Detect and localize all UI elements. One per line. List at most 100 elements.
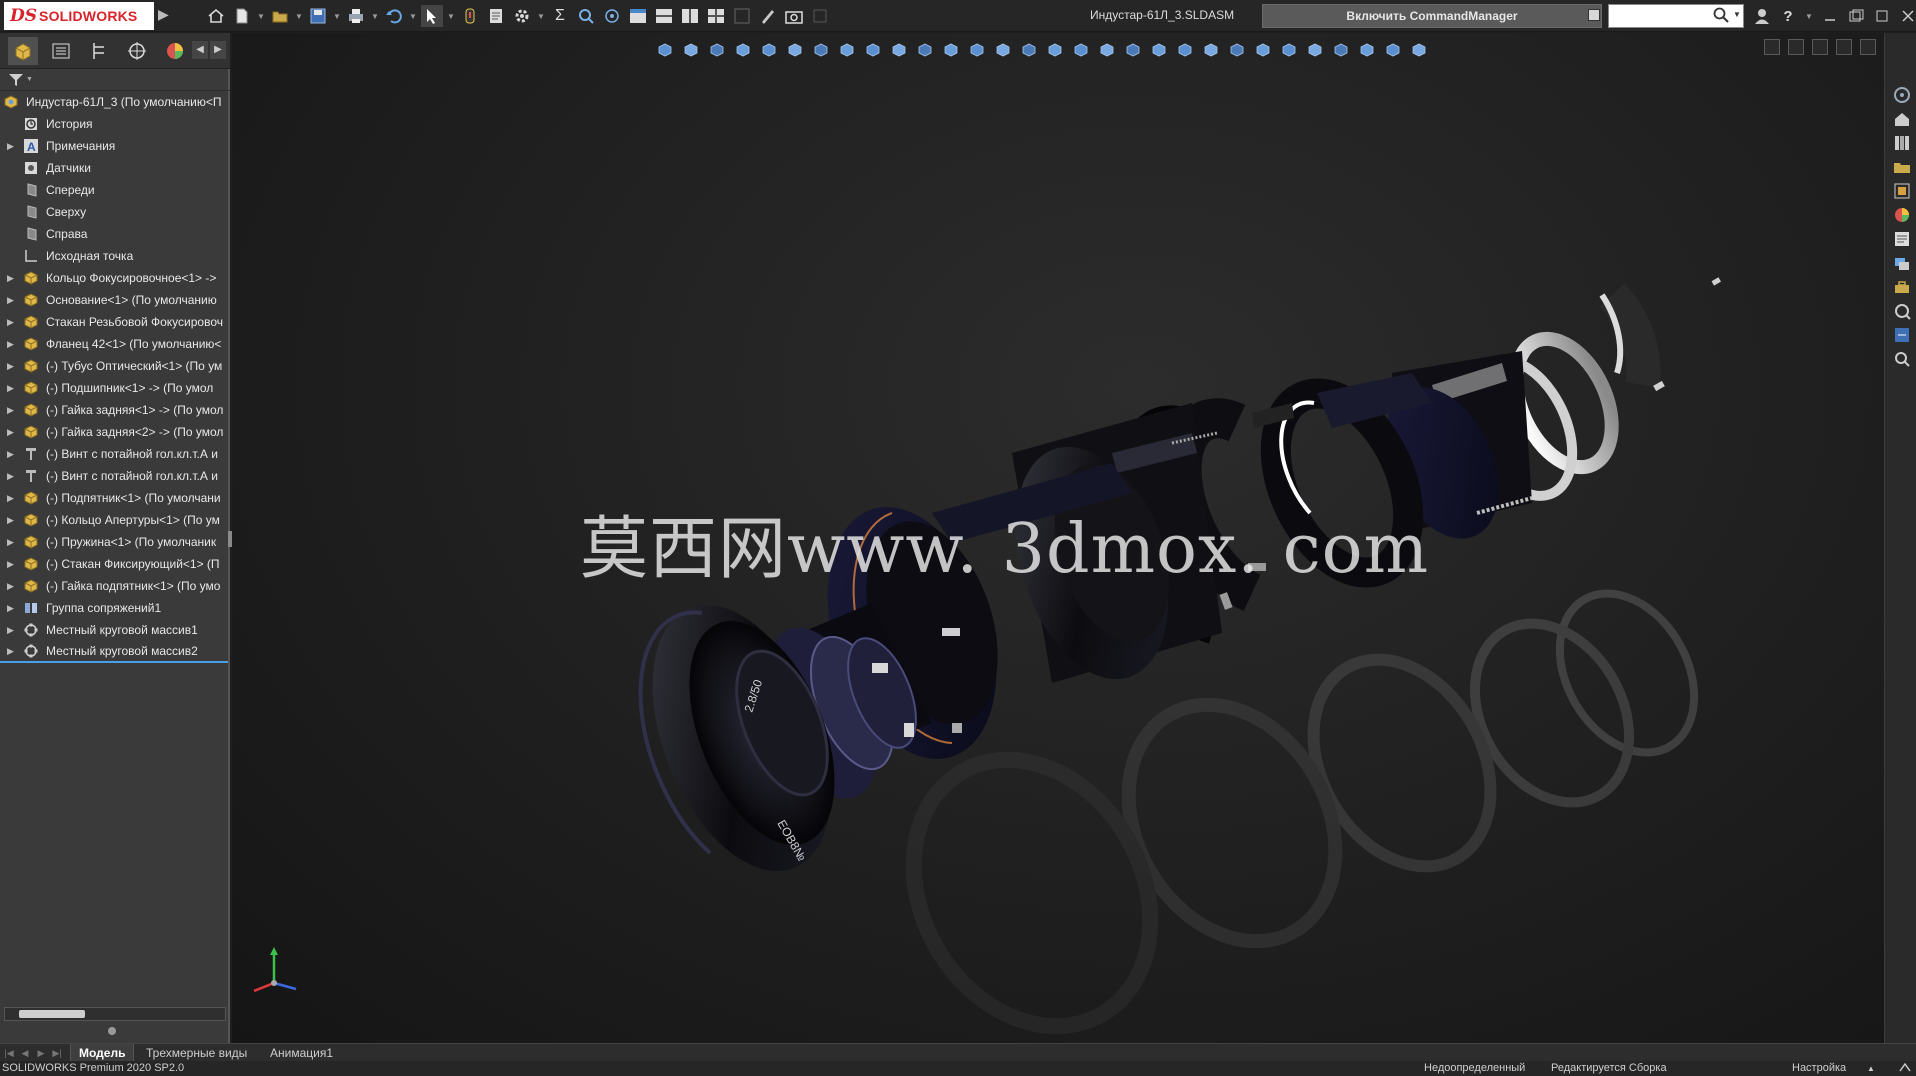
view-minimize-icon[interactable] [1812, 39, 1828, 55]
tab-3d-views[interactable]: Трехмерные виды [138, 1044, 255, 1062]
chevron-down-icon[interactable]: ▼ [409, 5, 417, 27]
feature-manager-tab[interactable] [8, 36, 38, 65]
home-icon[interactable] [205, 5, 227, 27]
hide-show-icon[interactable] [836, 39, 858, 61]
sum-icon[interactable]: Σ [549, 5, 571, 27]
prev-tab-icon[interactable]: ◀ [18, 1046, 32, 1060]
orbit-icon[interactable] [601, 5, 623, 27]
chevron-down-icon[interactable]: ▼ [447, 5, 455, 27]
restore-icon[interactable] [1846, 6, 1866, 26]
user-icon[interactable] [1752, 6, 1772, 26]
top-view-icon[interactable] [1044, 39, 1066, 61]
view-restore-icon[interactable] [1836, 39, 1852, 55]
expand-arrow-icon[interactable]: ▶ [7, 141, 17, 152]
tree-item[interactable]: ▶ (-) Винт с потайной гол.кл.т.А и [0, 443, 228, 465]
tree-item[interactable]: ▶ (-) Подпятник<1> (По умолчани [0, 487, 228, 509]
toolbox-icon[interactable] [1892, 277, 1912, 297]
perspective-icon[interactable] [1200, 39, 1222, 61]
menu-expand-icon[interactable]: ▶ [158, 6, 172, 26]
tree-item[interactable]: Справа [0, 223, 228, 245]
edit-appearance-icon[interactable] [862, 39, 884, 61]
chevron-down-icon[interactable]: ▼ [537, 5, 545, 27]
shaded-icon[interactable] [1122, 39, 1144, 61]
expand-arrow-icon[interactable]: ▶ [7, 515, 17, 526]
view-settings-icon[interactable] [914, 39, 936, 61]
expand-arrow-icon[interactable]: ▶ [7, 493, 17, 504]
tree-item[interactable]: Исходная точка [0, 245, 228, 267]
collaboration-icon[interactable] [1892, 253, 1912, 273]
tree-item[interactable]: ▶ (-) Гайка подпятник<1> (По умо [0, 575, 228, 597]
tree-item[interactable]: ▶ (-) Стакан Фиксирующий<1> (П [0, 553, 228, 575]
scroll-left-icon[interactable]: ◀ [192, 41, 208, 59]
tree-item[interactable]: ▶ (-) Подшипник<1> -> (По умол [0, 377, 228, 399]
chevron-down-icon[interactable]: ▼ [26, 76, 33, 83]
scroll-right-icon[interactable]: ▶ [210, 41, 226, 59]
last-tab-icon[interactable]: ▶| [50, 1046, 64, 1060]
expand-arrow-icon[interactable]: ▶ [7, 295, 17, 306]
layout-3-icon[interactable] [679, 5, 701, 27]
tree-item[interactable]: ▶ Группа сопряжений1 [0, 597, 228, 619]
appearances-icon[interactable] [1892, 205, 1912, 225]
expand-arrow-icon[interactable]: ▶ [7, 471, 17, 482]
measure-icon[interactable] [575, 5, 597, 27]
tree-item[interactable]: ▶ (-) Тубус Оптический<1> (По ум [0, 355, 228, 377]
view-split-2-icon[interactable] [1788, 39, 1804, 55]
window-tile-icon[interactable] [1872, 6, 1892, 26]
home-icon[interactable] [1892, 109, 1912, 129]
tree-item[interactable]: ▶ (-) Пружина<1> (По умолчаник [0, 531, 228, 553]
chevron-down-icon[interactable]: ▼ [1804, 6, 1814, 26]
tree-item[interactable]: История [0, 113, 228, 135]
property-manager-tab[interactable] [46, 37, 76, 65]
search-results-icon[interactable] [1892, 349, 1912, 369]
select-icon[interactable] [421, 5, 443, 27]
display-manager-tab[interactable] [160, 37, 190, 65]
monitor-icon[interactable] [1408, 39, 1430, 61]
front-view-icon[interactable] [1018, 39, 1040, 61]
panel-splitter-handle[interactable] [108, 1027, 116, 1035]
undo-icon[interactable] [383, 5, 405, 27]
expand-arrow-icon[interactable]: ▶ [7, 317, 17, 328]
expand-arrow-icon[interactable]: ▶ [7, 603, 17, 614]
tree-item[interactable]: ▶ Кольцо Фокусировочное<1> -> [0, 267, 228, 289]
minimize-icon[interactable] [1820, 6, 1840, 26]
expand-arrow-icon[interactable]: ▶ [7, 273, 17, 284]
expand-arrow-icon[interactable]: ▶ [7, 383, 17, 394]
3d-content-icon[interactable] [1892, 301, 1912, 321]
tree-root-assembly[interactable]: Индустар-61Л_3 (По умолчанию<П [0, 91, 228, 113]
recent-documents-icon[interactable] [1892, 325, 1912, 345]
layout-1-icon[interactable] [627, 5, 649, 27]
new-document-icon[interactable] [231, 5, 253, 27]
zoom-icon[interactable] [992, 39, 1014, 61]
chevron-down-icon[interactable]: ▼ [371, 5, 379, 27]
expand-arrow-icon[interactable]: ▶ [7, 559, 17, 570]
expand-arrow-icon[interactable]: ▶ [7, 625, 17, 636]
eye-icon[interactable] [1356, 39, 1378, 61]
display-style-icon[interactable] [810, 39, 832, 61]
configuration-manager-tab[interactable] [84, 37, 114, 65]
tree-item[interactable]: Спереди [0, 179, 228, 201]
status-caret-icon[interactable]: ▲ [1867, 1061, 1875, 1076]
solidworks-resources-icon[interactable] [1892, 85, 1912, 105]
tree-item[interactable]: ▶ (-) Винт с потайной гол.кл.т.А и [0, 465, 228, 487]
isometric-view-icon[interactable] [1096, 39, 1118, 61]
sketch-tool-icon[interactable] [757, 5, 779, 27]
rebuild-icon[interactable] [459, 5, 481, 27]
tree-item[interactable]: ▶ (-) Кольцо Апертуры<1> (По ум [0, 509, 228, 531]
tab-animation[interactable]: Анимация1 [262, 1044, 341, 1062]
expand-arrow-icon[interactable]: ▶ [7, 581, 17, 592]
scrollbar-thumb[interactable] [19, 1010, 85, 1018]
pan-icon[interactable] [966, 39, 988, 61]
expand-arrow-icon[interactable]: ▶ [7, 646, 17, 657]
chevron-down-icon[interactable]: ▼ [295, 5, 303, 27]
chevron-down-icon[interactable]: ▼ [333, 5, 341, 27]
filter-icon[interactable] [8, 73, 24, 87]
horizontal-scrollbar[interactable] [4, 1007, 226, 1021]
expand-arrow-icon[interactable]: ▶ [7, 449, 17, 460]
layout-2-icon[interactable] [653, 5, 675, 27]
solidworks-logo[interactable]: DS SOLIDWORKS [4, 2, 154, 30]
help-icon[interactable]: ? [1778, 6, 1798, 26]
first-tab-icon[interactable]: |◀ [2, 1046, 16, 1060]
print-icon[interactable] [345, 5, 367, 27]
ambient-occlusion-icon[interactable] [1252, 39, 1274, 61]
view-close-icon[interactable] [1860, 39, 1876, 55]
